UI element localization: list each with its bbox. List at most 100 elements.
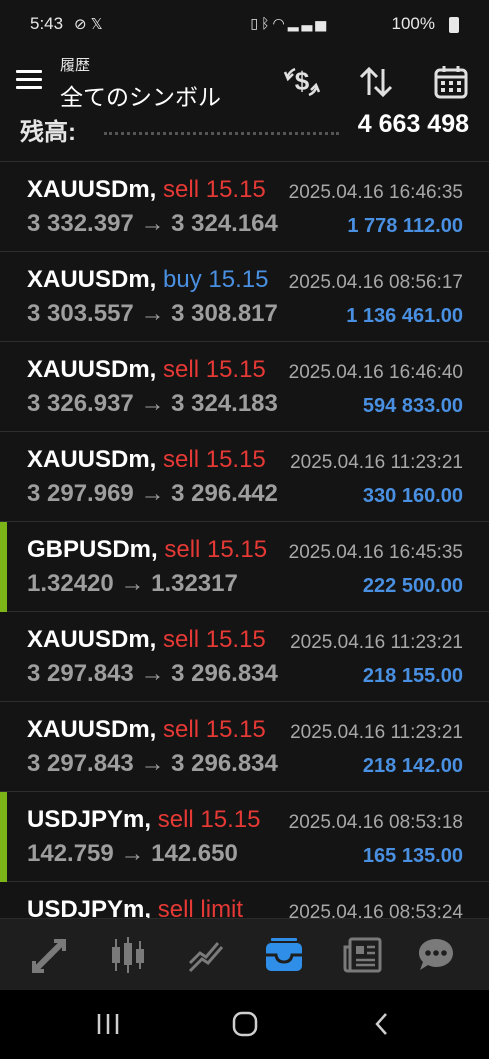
deal-type: sell [163,626,200,653]
deal-row[interactable]: USDJPYm, sell 15.15 2025.04.16 08:53:18 … [0,792,489,882]
deal-symbol-line: XAUUSDm, sell 15.15 [27,716,266,744]
recent-apps-button[interactable] [88,1008,128,1040]
deal-volume: 15.15 [205,446,266,473]
deal-symbol-line: XAUUSDm, sell 15.15 [27,176,266,204]
deal-symbol: XAUUSDm, [27,716,157,743]
system-navigation-bar [0,990,489,1059]
deal-time: 2025.04.16 11:23:21 [290,452,463,473]
deal-prices: 3 332.397 → 3 324.164 [27,210,278,237]
balance-value: 4 663 498 [357,112,469,138]
nav-quotes[interactable] [28,933,72,977]
deal-volume: 15.15 [200,806,261,833]
deal-volume: 15.15 [205,716,266,743]
deal-row[interactable]: XAUUSDm, sell 15.15 2025.04.16 11:23:21 … [0,432,489,522]
deal-row[interactable]: GBPUSDm, sell 15.15 2025.04.16 16:45:35 … [0,522,489,612]
calendar-icon [434,66,468,99]
deal-profit: 218 155.00 [362,665,463,687]
deal-symbol: USDJPYm, [27,896,152,918]
deal-profit: 222 500.00 [362,575,463,597]
deal-symbol: XAUUSDm, [27,626,157,653]
trade-icon [188,942,224,973]
home-icon [232,1011,258,1037]
deal-time: 2025.04.16 11:23:21 [290,722,463,743]
deal-row[interactable]: USDJPYm, sell limit 2025.04.16 08:53:24 [0,882,489,918]
sort-button[interactable] [356,62,396,102]
menu-button[interactable] [16,70,42,90]
nav-trade[interactable] [184,933,228,977]
deal-time: 2025.04.16 08:56:17 [288,272,463,293]
deal-symbol-line: USDJPYm, sell limit [27,896,243,918]
deal-symbol-line: XAUUSDm, buy 15.15 [27,266,268,294]
deal-time: 2025.04.16 08:53:18 [288,812,463,833]
chat-icon [419,939,453,970]
deal-marker [0,522,7,612]
nav-chart[interactable] [106,933,150,977]
page-title[interactable]: 全てのシンボル [60,78,221,112]
deal-symbol: XAUUSDm, [27,176,157,203]
deal-type: sell [163,176,200,203]
deal-type: sell limit [157,896,244,918]
calendar-button[interactable] [431,62,471,102]
deal-type: sell [157,806,194,833]
deal-type: sell [163,716,200,743]
deal-row[interactable]: XAUUSDm, sell 15.15 2025.04.16 11:23:21 … [0,612,489,702]
deal-type: sell [163,446,200,473]
signal-icon: ▂▃▅ [287,15,329,31]
nav-chat[interactable] [414,933,458,977]
nav-news[interactable] [340,933,384,977]
deal-row[interactable]: XAUUSDm, sell 15.15 2025.04.16 16:46:40 … [0,342,489,432]
chart-icon [112,937,144,973]
deal-profit: 594 833.00 [362,395,463,417]
balance-row: 残高: 4 663 498 [0,112,489,162]
battery-icon [449,17,459,33]
deal-symbol-line: XAUUSDm, sell 15.15 [27,446,266,474]
deal-time: 2025.04.16 16:46:40 [288,362,463,383]
deal-prices: 3 297.969 → 3 296.442 [27,480,278,507]
deal-prices: 3 326.937 → 3 324.183 [27,390,278,417]
nav-history[interactable] [262,933,306,977]
deal-symbol: XAUUSDm, [27,266,157,293]
deal-marker [0,792,7,882]
deal-time: 2025.04.16 11:23:21 [290,632,463,653]
deals-list[interactable]: XAUUSDm, sell 15.15 2025.04.16 16:46:35 … [0,162,489,918]
deal-time: 2025.04.16 16:45:35 [288,542,463,563]
deal-symbol: XAUUSDm, [27,446,157,473]
deal-row[interactable]: XAUUSDm, sell 15.15 2025.04.16 11:23:21 … [0,702,489,792]
hamburger-icon-line [16,78,42,81]
status-bar: 5:43 ⊘𝕏 ▯ᛒ◠▂▃▅ 100% [0,0,489,52]
deal-type: buy [163,266,202,293]
currency-toggle-button[interactable]: $ [282,62,322,102]
deal-symbol-line: XAUUSDm, sell 15.15 [27,626,266,654]
deal-prices: 1.32420 → 1.32317 [27,570,238,597]
status-right-icons: ▯ᛒ◠▂▃▅ [250,15,329,32]
back-button[interactable] [362,1008,402,1040]
app-header: 履歴 全てのシンボル $ [0,52,489,112]
deal-profit: 1 136 461.00 [346,305,463,327]
deal-symbol-line: GBPUSDm, sell 15.15 [27,536,267,564]
deal-profit: 165 135.00 [362,845,463,867]
home-button[interactable] [225,1008,265,1040]
deal-profit: 330 160.00 [362,485,463,507]
deal-prices: 142.759 → 142.650 [27,840,238,867]
hamburger-icon-line [16,86,42,89]
bluetooth-icon: ᛒ [261,15,273,31]
deal-prices: 3 297.843 → 3 296.834 [27,660,278,687]
deal-profit: 1 778 112.00 [347,215,463,237]
deal-time: 2025.04.16 08:53:24 [288,902,463,918]
status-left-icons: ⊘𝕏 [74,15,107,33]
sort-arrows-icon [359,66,393,98]
battery-saver-icon: ▯ [250,15,262,31]
quotes-icon [32,938,67,973]
page-subtitle: 履歴 [60,57,91,74]
battery-percent: 100% [391,14,435,33]
deal-type: sell [163,356,200,383]
deal-volume: 15.15 [207,536,268,563]
hamburger-icon [16,70,42,73]
news-icon [343,937,382,973]
history-icon [266,938,302,971]
deal-symbol: USDJPYm, [27,806,152,833]
recent-apps-icon [97,1014,119,1034]
deal-row[interactable]: XAUUSDm, buy 15.15 2025.04.16 08:56:17 3… [0,252,489,342]
check-circle-icon: ⊘ [74,16,91,33]
deal-row[interactable]: XAUUSDm, sell 15.15 2025.04.16 16:46:35 … [0,162,489,252]
